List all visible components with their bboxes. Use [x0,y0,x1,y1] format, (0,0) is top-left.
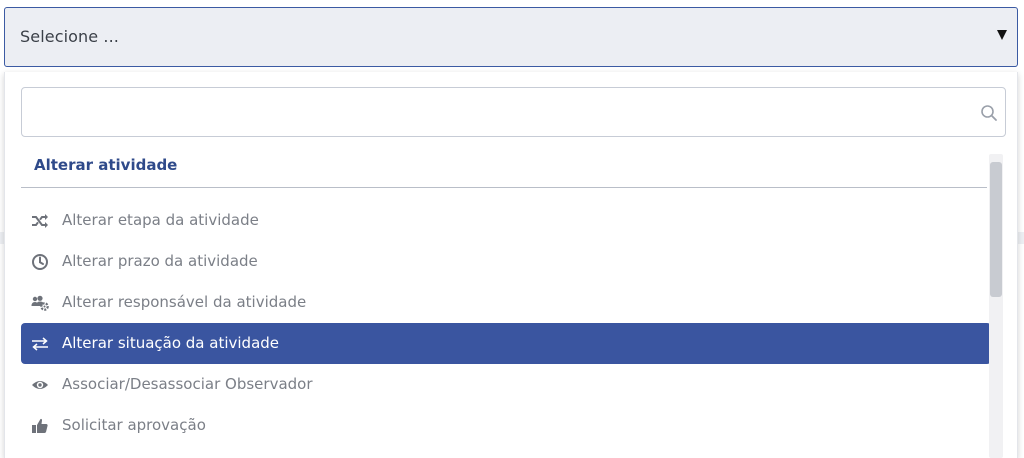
dropdown-panel: Alterar atividade Alterar etapa da ativi… [4,72,1018,458]
option-label: Associar/Desassociar Observador [62,375,313,393]
search-field[interactable] [21,87,1006,137]
clock-icon [32,254,48,270]
option-alterar-etapa[interactable]: Alterar etapa da atividade [21,200,991,241]
option-alterar-situacao[interactable]: Alterar situação da atividade [21,323,991,364]
option-label: Alterar situação da atividade [62,334,280,352]
option-label: Alterar prazo da atividade [62,252,258,270]
search-icon[interactable] [980,104,998,122]
option-group-header: Alterar atividade [21,152,987,188]
swap-arrows-icon [32,337,48,351]
thumbs-up-icon [32,418,48,433]
option-solicitar-aprovacao[interactable]: Solicitar aprovação [21,405,991,446]
page: Selecione ... Alterar atividade Alterar [0,0,1024,458]
search-input[interactable] [30,96,974,130]
option-label: Solicitar aprovação [62,416,206,434]
options-list: Alterar etapa da atividade Alterar prazo… [21,200,991,446]
dropdown-scrollbar[interactable] [989,154,1003,458]
option-alterar-responsavel[interactable]: Alterar responsável da atividade [21,282,991,323]
scrollbar-thumb[interactable] [990,162,1002,297]
users-gear-icon [31,295,49,311]
action-select[interactable]: Selecione ... [4,7,1018,67]
option-label: Alterar responsável da atividade [62,293,307,311]
shuffle-icon [32,214,48,228]
select-value: Selecione ... [20,27,119,46]
option-label: Alterar etapa da atividade [62,211,259,229]
option-associar-observador[interactable]: Associar/Desassociar Observador [21,364,991,405]
option-alterar-prazo[interactable]: Alterar prazo da atividade [21,241,991,282]
triangle-down-icon[interactable] [997,30,1007,40]
group-label: Alterar atividade [34,156,178,174]
eye-icon [32,381,48,389]
